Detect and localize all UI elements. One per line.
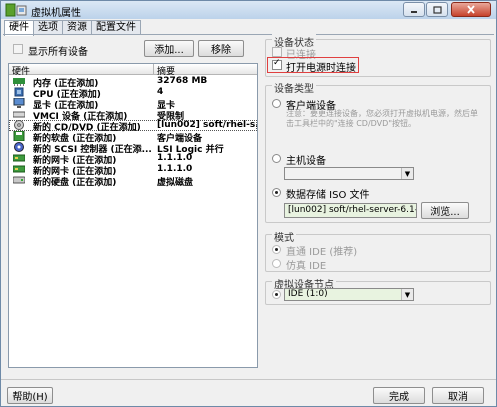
- table-row[interactable]: 内存 (正在添加) 32768 MB: [9, 76, 257, 89]
- help-button[interactable]: 帮助(H): [7, 387, 53, 404]
- client-device-radio[interactable]: [272, 99, 281, 108]
- table-row[interactable]: 新的软盘 (正在添加) 客户端设备: [9, 131, 257, 144]
- row-summary: 1.1.1.0: [157, 153, 193, 163]
- passthrough-ide-label: 直通 IDE (推荐): [286, 247, 358, 258]
- add-button[interactable]: 添加...: [144, 40, 194, 57]
- tab-profiles[interactable]: 配置文件: [91, 20, 141, 35]
- row-summary: 1.1.1.0: [157, 164, 193, 174]
- table-row-selected[interactable]: 新的 CD/DVD (正在添加) [lun002] soft/rhel-s...: [9, 120, 258, 133]
- table-row[interactable]: 新的硬盘 (正在添加) 虚拟磁盘: [9, 175, 257, 188]
- close-icon: [467, 5, 475, 14]
- maximize-icon: [432, 5, 442, 14]
- connected-checkbox[interactable]: [272, 47, 282, 57]
- chevron-down-icon: ▼: [401, 168, 413, 179]
- cdrom-icon: [14, 120, 24, 130]
- vm-properties-window: 虚拟机属性 硬件 选项 资源 配置文件 显示所有设备 添加... 移除 硬件 摘…: [0, 0, 497, 407]
- table-row[interactable]: 新的 SCSI 控制器 (正在添... LSI Logic 并行: [9, 142, 257, 155]
- cpu-icon: [14, 87, 24, 97]
- close-button[interactable]: [451, 2, 491, 17]
- nic-icon: [13, 165, 25, 173]
- chevron-down-icon: ▼: [401, 289, 413, 300]
- table-header: 硬件 摘要: [9, 64, 257, 77]
- minimize-icon: [411, 10, 417, 13]
- datastore-iso-label: 数据存储 ISO 文件: [286, 190, 370, 201]
- passthrough-ide-radio[interactable]: [272, 245, 281, 254]
- host-device-radio[interactable]: [272, 154, 281, 163]
- row-summary: 虚拟磁盘: [157, 178, 194, 188]
- connect-at-power-on-label: 打开电源时连接: [286, 63, 356, 74]
- tab-bar: 硬件 选项 资源 配置文件: [4, 20, 141, 36]
- datastore-iso-radio[interactable]: [272, 188, 281, 197]
- virtual-node-value: IDE (1:0): [288, 289, 328, 299]
- row-hardware-name: 新的硬盘 (正在添加): [33, 178, 117, 188]
- scsi-icon: [14, 142, 24, 152]
- footer-divider: [1, 379, 496, 380]
- show-all-devices-label: 显示所有设备: [28, 47, 88, 58]
- browse-button[interactable]: 浏览...: [421, 202, 469, 219]
- row-summary: [lun002] soft/rhel-s...: [157, 120, 258, 130]
- vmci-icon: [13, 111, 25, 118]
- title-bar[interactable]: 虚拟机属性: [1, 1, 496, 19]
- tab-resources[interactable]: 资源: [62, 20, 92, 35]
- host-device-label: 主机设备: [286, 156, 326, 167]
- iso-path-field[interactable]: [lun002] soft/rhel-server-6.1-x86_64: [284, 203, 417, 218]
- table-row[interactable]: 显卡 (正在添加) 显卡: [9, 98, 257, 111]
- virtual-node-select[interactable]: IDE (1:0) ▼: [284, 288, 414, 301]
- emulate-ide-label: 仿真 IDE: [286, 261, 327, 272]
- client-device-note: 注意：要更连接设备，您必须打开虚拟机电源，然后单击工具栏中的"连接 CD/DVD…: [286, 109, 478, 128]
- minimize-button[interactable]: [403, 2, 425, 17]
- nic-icon: [13, 154, 25, 162]
- floppy-icon: [13, 131, 25, 141]
- row-summary: 4: [157, 87, 164, 97]
- disk-icon: [13, 176, 25, 184]
- mode-title: 模式: [272, 229, 296, 244]
- finish-button[interactable]: 完成: [373, 387, 425, 404]
- virtual-node-radio[interactable]: [272, 290, 281, 299]
- remove-button[interactable]: 移除: [198, 40, 244, 57]
- row-summary: 32768 MB: [157, 76, 208, 86]
- table-row[interactable]: VMCI 设备 (正在添加) 受限制: [9, 109, 257, 122]
- host-device-select[interactable]: ▼: [284, 167, 414, 180]
- emulate-ide-radio[interactable]: [272, 259, 281, 268]
- window-title: 虚拟机属性: [31, 8, 81, 19]
- show-all-devices-checkbox[interactable]: [13, 44, 23, 54]
- table-row[interactable]: 新的网卡 (正在添加) 1.1.1.0: [9, 164, 257, 177]
- vm-app-icon: [5, 3, 27, 17]
- memory-icon: [13, 78, 25, 86]
- table-row[interactable]: 新的网卡 (正在添加) 1.1.1.0: [9, 153, 257, 166]
- connect-at-power-on-checkbox[interactable]: [272, 58, 282, 70]
- maximize-button[interactable]: [426, 2, 448, 17]
- hardware-table: 硬件 摘要 内存 (正在添加) 32768 MB CPU (正在添加) 4 显卡…: [8, 63, 258, 368]
- device-type-title: 设备类型: [272, 80, 316, 95]
- tab-divider: [3, 34, 494, 35]
- display-icon: [13, 98, 25, 108]
- cancel-button[interactable]: 取消: [432, 387, 484, 404]
- tab-options[interactable]: 选项: [33, 20, 63, 35]
- column-separator: [153, 64, 154, 75]
- table-row[interactable]: CPU (正在添加) 4: [9, 87, 257, 100]
